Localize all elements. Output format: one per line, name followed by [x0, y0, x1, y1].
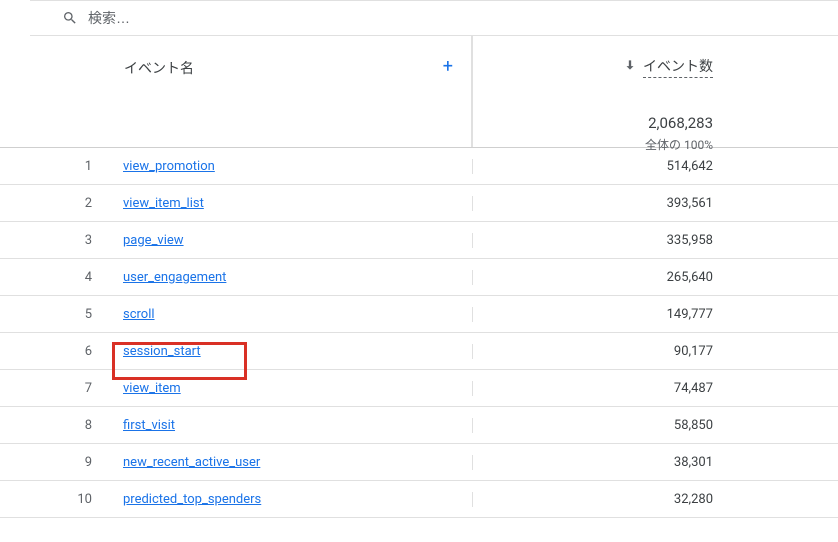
table-row: 8 first_visit 58,850 — [0, 407, 838, 444]
search-bar — [30, 0, 838, 36]
totals: 2,068,283 全体の 100% — [473, 114, 713, 153]
row-rank: 4 — [0, 270, 110, 285]
table-row: 9 new_recent_active_user 38,301 — [0, 444, 838, 481]
row-count: 335,958 — [472, 233, 838, 248]
row-count: 74,487 — [472, 381, 838, 396]
event-name-link[interactable]: view_promotion — [123, 159, 215, 174]
row-rank: 5 — [0, 307, 110, 322]
search-input[interactable] — [88, 10, 838, 26]
add-dimension-button[interactable]: + — [443, 56, 453, 77]
row-name-cell: first_visit — [110, 418, 472, 433]
event-name-link[interactable]: user_engagement — [123, 270, 226, 285]
event-name-link[interactable]: view_item_list — [123, 196, 204, 211]
table-row: 10 predicted_top_spenders 32,280 — [0, 481, 838, 518]
row-rank: 1 — [0, 159, 110, 174]
table-row: 7 view_item 74,487 — [0, 370, 838, 407]
row-name-cell: user_engagement — [110, 270, 472, 285]
row-count: 90,177 — [472, 344, 838, 359]
row-count: 32,280 — [472, 492, 838, 507]
row-count: 38,301 — [472, 455, 838, 470]
header-rank-col — [0, 36, 110, 147]
row-rank: 3 — [0, 233, 110, 248]
row-count: 393,561 — [472, 196, 838, 211]
event-name-link[interactable]: page_view — [123, 233, 184, 248]
table-row: 5 scroll 149,777 — [0, 296, 838, 333]
total-value: 2,068,283 — [473, 114, 713, 132]
event-name-link[interactable]: view_item — [123, 381, 181, 396]
event-name-link[interactable]: predicted_top_spenders — [123, 492, 261, 507]
row-rank: 6 — [0, 344, 110, 359]
sort-arrow-down-icon — [623, 58, 637, 76]
row-count: 149,777 — [472, 307, 838, 322]
total-percent: 全体の 100% — [473, 136, 713, 153]
table-header-row: イベント名 + イベント数 2,068,283 全体の 100% — [0, 36, 838, 148]
column-count-label: イベント数 — [643, 56, 713, 78]
row-name-cell: new_recent_active_user — [110, 455, 472, 470]
row-count: 514,642 — [472, 159, 838, 174]
event-name-link[interactable]: session_start — [123, 344, 201, 359]
row-rank: 8 — [0, 418, 110, 433]
header-name-col: イベント名 + — [110, 36, 472, 147]
table-row: 4 user_engagement 265,640 — [0, 259, 838, 296]
event-name-link[interactable]: first_visit — [123, 418, 175, 433]
row-rank: 9 — [0, 455, 110, 470]
row-name-cell: view_promotion — [110, 159, 472, 174]
row-name-cell: view_item — [110, 381, 472, 396]
table-row: 3 page_view 335,958 — [0, 222, 838, 259]
row-rank: 10 — [0, 492, 110, 507]
header-count-col[interactable]: イベント数 2,068,283 全体の 100% — [472, 36, 838, 147]
event-name-link[interactable]: new_recent_active_user — [123, 455, 260, 470]
row-count: 265,640 — [472, 270, 838, 285]
row-rank: 2 — [0, 196, 110, 211]
column-name-label: イベント名 — [124, 58, 194, 78]
search-icon — [62, 10, 78, 26]
row-count: 58,850 — [472, 418, 838, 433]
event-name-link[interactable]: scroll — [123, 307, 155, 322]
row-name-cell: view_item_list — [110, 196, 472, 211]
row-rank: 7 — [0, 381, 110, 396]
events-table: イベント名 + イベント数 2,068,283 全体の 100% 1 view_p… — [0, 36, 838, 518]
table-row: 6 session_start 90,177 — [0, 333, 838, 370]
row-name-cell: predicted_top_spenders — [110, 492, 472, 507]
row-name-cell: page_view — [110, 233, 472, 248]
table-row: 1 view_promotion 514,642 — [0, 148, 838, 185]
row-name-cell: scroll — [110, 307, 472, 322]
table-row: 2 view_item_list 393,561 — [0, 185, 838, 222]
row-name-cell: session_start — [110, 344, 472, 359]
